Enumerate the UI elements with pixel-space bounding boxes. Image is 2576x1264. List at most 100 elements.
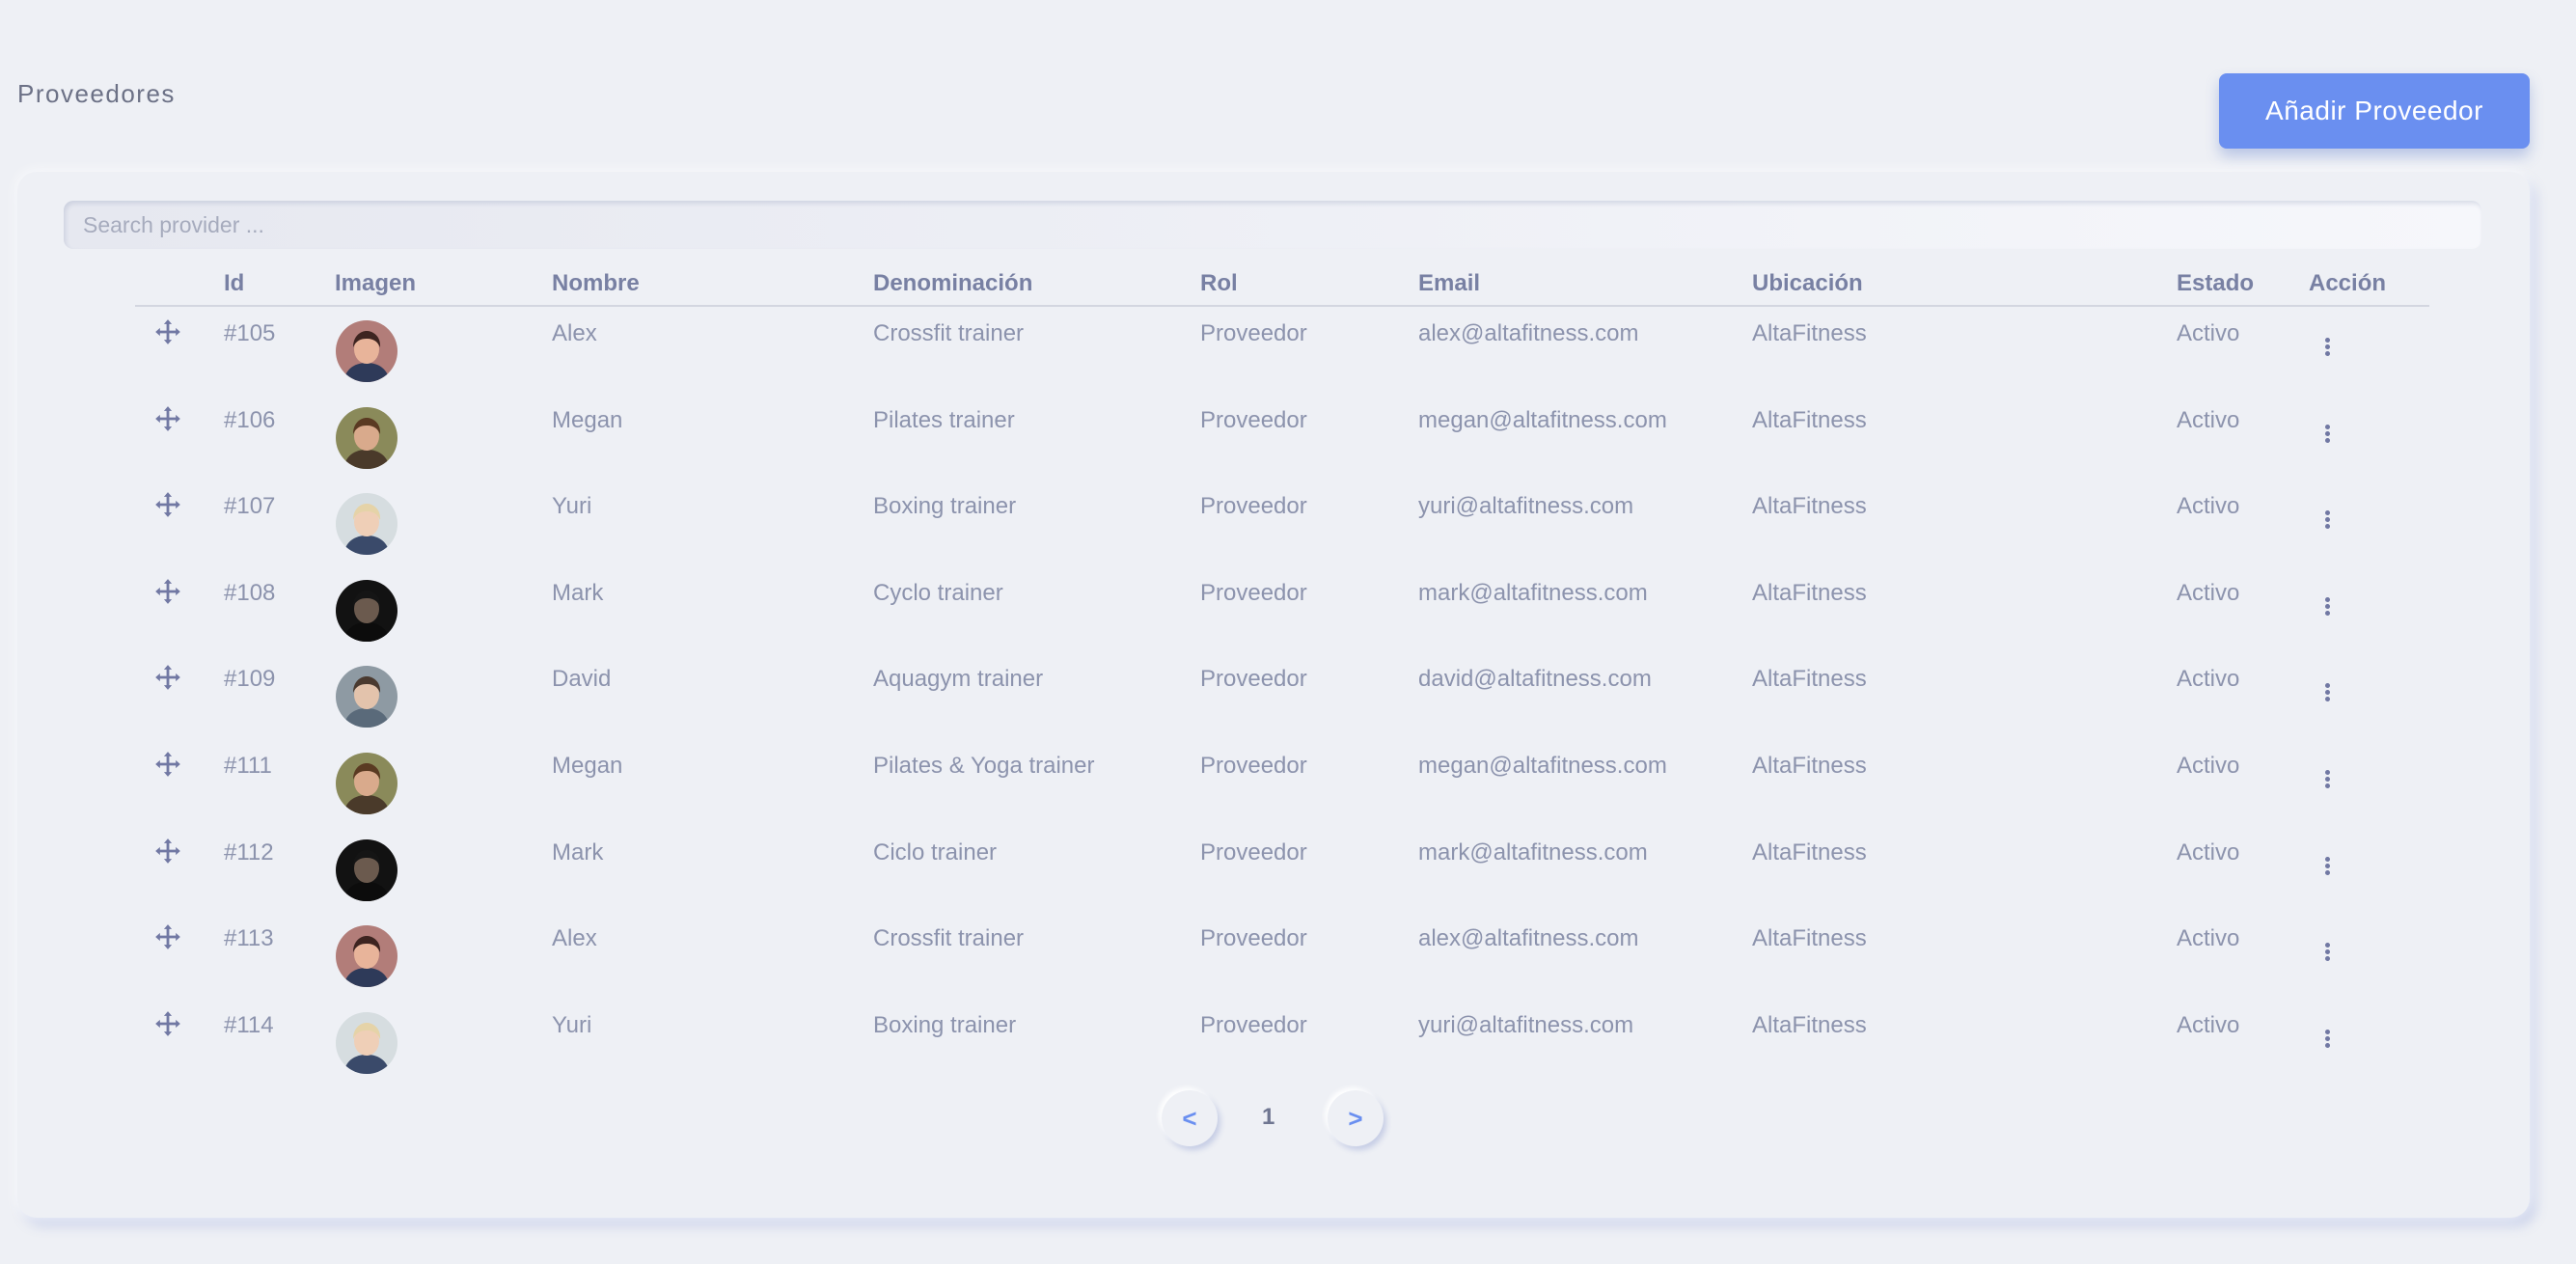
add-provider-button[interactable]: Añadir Proveedor: [2219, 73, 2530, 149]
cell-name: Mark: [552, 579, 604, 606]
cell-denomination: Pilates trainer: [873, 406, 1015, 433]
header-denomination[interactable]: Denominación: [873, 270, 1032, 297]
move-icon[interactable]: [154, 491, 181, 518]
cell-id: #112: [224, 838, 274, 866]
header-email[interactable]: Email: [1418, 270, 1480, 297]
header-location[interactable]: Ubicación: [1752, 270, 1863, 297]
avatar: [336, 838, 397, 901]
cell-email: david@altafitness.com: [1418, 666, 1652, 693]
current-page[interactable]: 1: [1262, 1104, 1274, 1131]
avatar: [336, 493, 397, 556]
cell-status: Activo: [2177, 925, 2240, 952]
prev-page-button[interactable]: <: [1162, 1090, 1218, 1146]
cell-status: Activo: [2177, 493, 2240, 520]
more-vertical-icon[interactable]: [2317, 336, 2337, 365]
move-icon[interactable]: [154, 578, 181, 605]
header-action: Acción: [2309, 270, 2387, 296]
more-vertical-icon[interactable]: [2317, 941, 2337, 970]
cell-email: mark@altafitness.com: [1418, 838, 1648, 866]
cell-email: yuri@altafitness.com: [1418, 1011, 1634, 1038]
page-title: Proveedores: [17, 79, 176, 108]
avatar: [336, 1011, 397, 1074]
cell-name: Alex: [552, 925, 597, 952]
cell-id: #111: [224, 753, 272, 779]
cell-name: David: [552, 666, 612, 693]
cell-name: Mark: [552, 838, 604, 866]
table-row: #114 Yuri Boxing trainer Proveedor yuri@alta…: [135, 1001, 2429, 1087]
cell-denomination: Crossfit trainer: [873, 320, 1025, 346]
move-icon[interactable]: [154, 923, 181, 950]
more-vertical-icon[interactable]: [2317, 423, 2337, 452]
cell-status: Activo: [2177, 406, 2240, 433]
header-id[interactable]: Id: [224, 270, 244, 297]
cell-denomination: Aquagym trainer: [873, 666, 1044, 693]
avatar: [336, 666, 397, 728]
cell-denomination: Cyclo trainer: [873, 579, 1003, 606]
cell-id: #109: [224, 666, 276, 693]
header-role[interactable]: Rol: [1200, 270, 1238, 297]
cell-name: Megan: [552, 406, 623, 433]
cell-role: Proveedor: [1200, 753, 1307, 779]
cell-location: AltaFitness: [1752, 493, 1867, 520]
cell-location: AltaFitness: [1752, 838, 1867, 866]
cell-name: Megan: [552, 753, 623, 779]
cell-location: AltaFitness: [1752, 406, 1867, 433]
cell-location: AltaFitness: [1752, 1011, 1867, 1038]
cell-name: Yuri: [552, 493, 592, 520]
cell-email: alex@altafitness.com: [1418, 925, 1639, 952]
table-row: #113 Alex Crossfit trainer Proveedor alex@al…: [135, 914, 2429, 1001]
cell-id: #108: [224, 579, 276, 606]
cell-status: Activo: [2177, 579, 2240, 606]
cell-status: Activo: [2177, 753, 2240, 779]
cell-location: AltaFitness: [1752, 925, 1867, 952]
more-vertical-icon[interactable]: [2317, 595, 2337, 624]
cell-id: #113: [224, 925, 274, 952]
move-icon[interactable]: [154, 405, 181, 432]
cell-role: Proveedor: [1200, 838, 1307, 866]
table-row: #109 David Aquagym trainer Proveedor david@a…: [135, 654, 2429, 741]
cell-email: yuri@altafitness.com: [1418, 493, 1634, 520]
cell-location: AltaFitness: [1752, 320, 1867, 346]
header-image[interactable]: Imagen: [335, 270, 416, 297]
move-icon[interactable]: [154, 664, 181, 691]
cell-status: Activo: [2177, 320, 2240, 346]
cell-denomination: Boxing trainer: [873, 493, 1017, 520]
cell-role: Proveedor: [1200, 493, 1307, 520]
table-row: #111 Megan Pilates & Yoga trainer Proveedor…: [135, 741, 2429, 828]
move-icon[interactable]: [154, 318, 181, 345]
cell-status: Activo: [2177, 666, 2240, 693]
cell-email: mark@altafitness.com: [1418, 579, 1648, 606]
more-vertical-icon[interactable]: [2317, 1028, 2337, 1057]
move-icon[interactable]: [154, 751, 181, 778]
avatar: [336, 753, 397, 814]
more-vertical-icon[interactable]: [2317, 855, 2337, 884]
avatar: [336, 406, 397, 469]
table-row: #112 Mark Ciclo trainer Proveedor mark@altaf…: [135, 828, 2429, 915]
avatar: [336, 579, 397, 642]
cell-status: Activo: [2177, 838, 2240, 866]
cell-email: megan@altafitness.com: [1418, 406, 1667, 433]
cell-id: #105: [224, 320, 276, 346]
cell-role: Proveedor: [1200, 579, 1307, 606]
avatar: [336, 925, 397, 988]
header-name[interactable]: Nombre: [552, 270, 640, 297]
more-vertical-icon[interactable]: [2317, 768, 2337, 797]
cell-id: #106: [224, 406, 276, 433]
cell-name: Yuri: [552, 1011, 592, 1038]
cell-denomination: Boxing trainer: [873, 1011, 1017, 1038]
more-vertical-icon[interactable]: [2317, 508, 2337, 537]
table-row: #107 Yuri Boxing trainer Proveedor yuri@alta…: [135, 481, 2429, 568]
search-input[interactable]: [64, 201, 2481, 249]
move-icon[interactable]: [154, 838, 181, 865]
cell-role: Proveedor: [1200, 406, 1307, 433]
next-page-button[interactable]: >: [1328, 1090, 1384, 1146]
cell-location: AltaFitness: [1752, 579, 1867, 606]
more-vertical-icon[interactable]: [2317, 681, 2337, 710]
cell-denomination: Crossfit trainer: [873, 925, 1025, 952]
header-status[interactable]: Estado: [2177, 270, 2254, 297]
cell-denomination: Pilates & Yoga trainer: [873, 753, 1095, 779]
cell-role: Proveedor: [1200, 320, 1307, 346]
cell-id: #107: [224, 493, 276, 520]
move-icon[interactable]: [154, 1010, 181, 1037]
cell-status: Activo: [2177, 1011, 2240, 1038]
